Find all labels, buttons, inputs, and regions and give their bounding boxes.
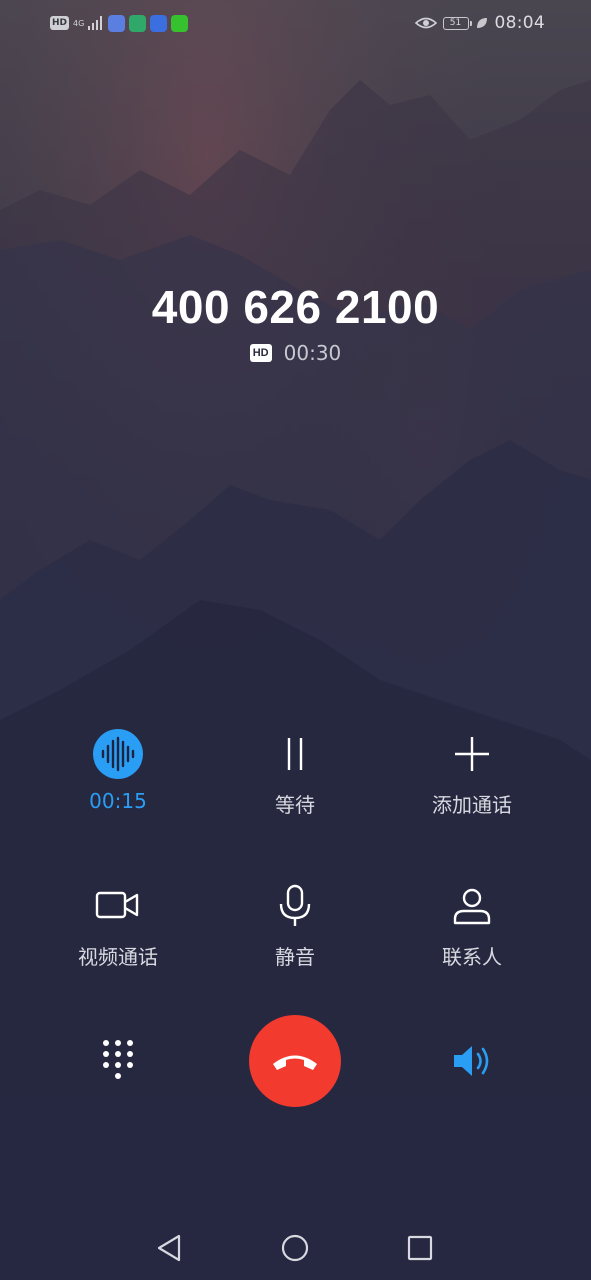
hold-button-label: 等待 [275, 793, 315, 817]
video-call-button[interactable]: 视频通话 [38, 879, 198, 970]
video-call-button-label: 视频通话 [78, 945, 158, 969]
mute-button-label: 静音 [275, 945, 315, 969]
contacts-button-label: 联系人 [442, 945, 502, 969]
microphone-icon [268, 879, 322, 933]
in-call-screen: HD 4G 51 08:04 400 626 2100 HD 00:30 00:… [0, 0, 591, 1280]
speaker-button[interactable] [447, 1036, 497, 1086]
status-bar: HD 4G 51 08:04 [0, 0, 591, 46]
signal-icon [88, 16, 103, 30]
hold-button[interactable]: 等待 [215, 727, 375, 818]
dialpad-button[interactable] [93, 1036, 143, 1086]
add-call-button-label: 添加通话 [432, 793, 512, 817]
back-icon [157, 1234, 181, 1262]
end-call-button[interactable] [249, 1015, 341, 1107]
call-info: HD 00:30 [0, 341, 591, 365]
nav-back-button[interactable] [147, 1226, 191, 1270]
battery-level: 51 [449, 18, 462, 28]
contacts-button[interactable]: 联系人 [392, 879, 552, 970]
home-icon [281, 1234, 309, 1262]
eye-comfort-icon [414, 17, 437, 29]
call-duration: 00:30 [283, 341, 342, 365]
network-type: 4G [73, 19, 84, 28]
status-bar-right: 51 08:04 [414, 12, 546, 34]
end-call-icon [273, 1055, 317, 1070]
pause-icon [268, 727, 322, 781]
status-time: 08:04 [494, 13, 545, 33]
hd-call-badge: HD [249, 344, 272, 362]
mute-button[interactable]: 静音 [215, 879, 375, 970]
video-camera-icon [91, 879, 145, 933]
caller-number: 400 626 2100 [151, 281, 440, 333]
add-call-button[interactable]: 添加通话 [392, 727, 552, 818]
network-type-label: 4G [73, 18, 85, 28]
record-button-label: 00:15 [89, 789, 147, 813]
hd-voice-indicator: HD [50, 16, 70, 30]
record-button[interactable]: 00:15 [38, 727, 198, 813]
speaker-icon [454, 1046, 489, 1076]
nav-home-button[interactable] [273, 1226, 317, 1270]
status-bar-left: HD 4G [50, 12, 189, 34]
map-app-icon [129, 14, 147, 32]
battery-icon: 51 [442, 16, 472, 30]
plus-icon [445, 727, 499, 781]
dialpad-icon [103, 1040, 133, 1079]
nav-recents-button[interactable] [398, 1226, 442, 1270]
baidu-app-icon [150, 14, 168, 32]
leaf-icon [476, 18, 487, 28]
music-app-icon [108, 14, 126, 32]
recents-icon [407, 1235, 433, 1261]
person-icon [445, 879, 499, 933]
voice-wave-icon [91, 727, 145, 781]
iqiyi-app-icon [171, 14, 189, 32]
